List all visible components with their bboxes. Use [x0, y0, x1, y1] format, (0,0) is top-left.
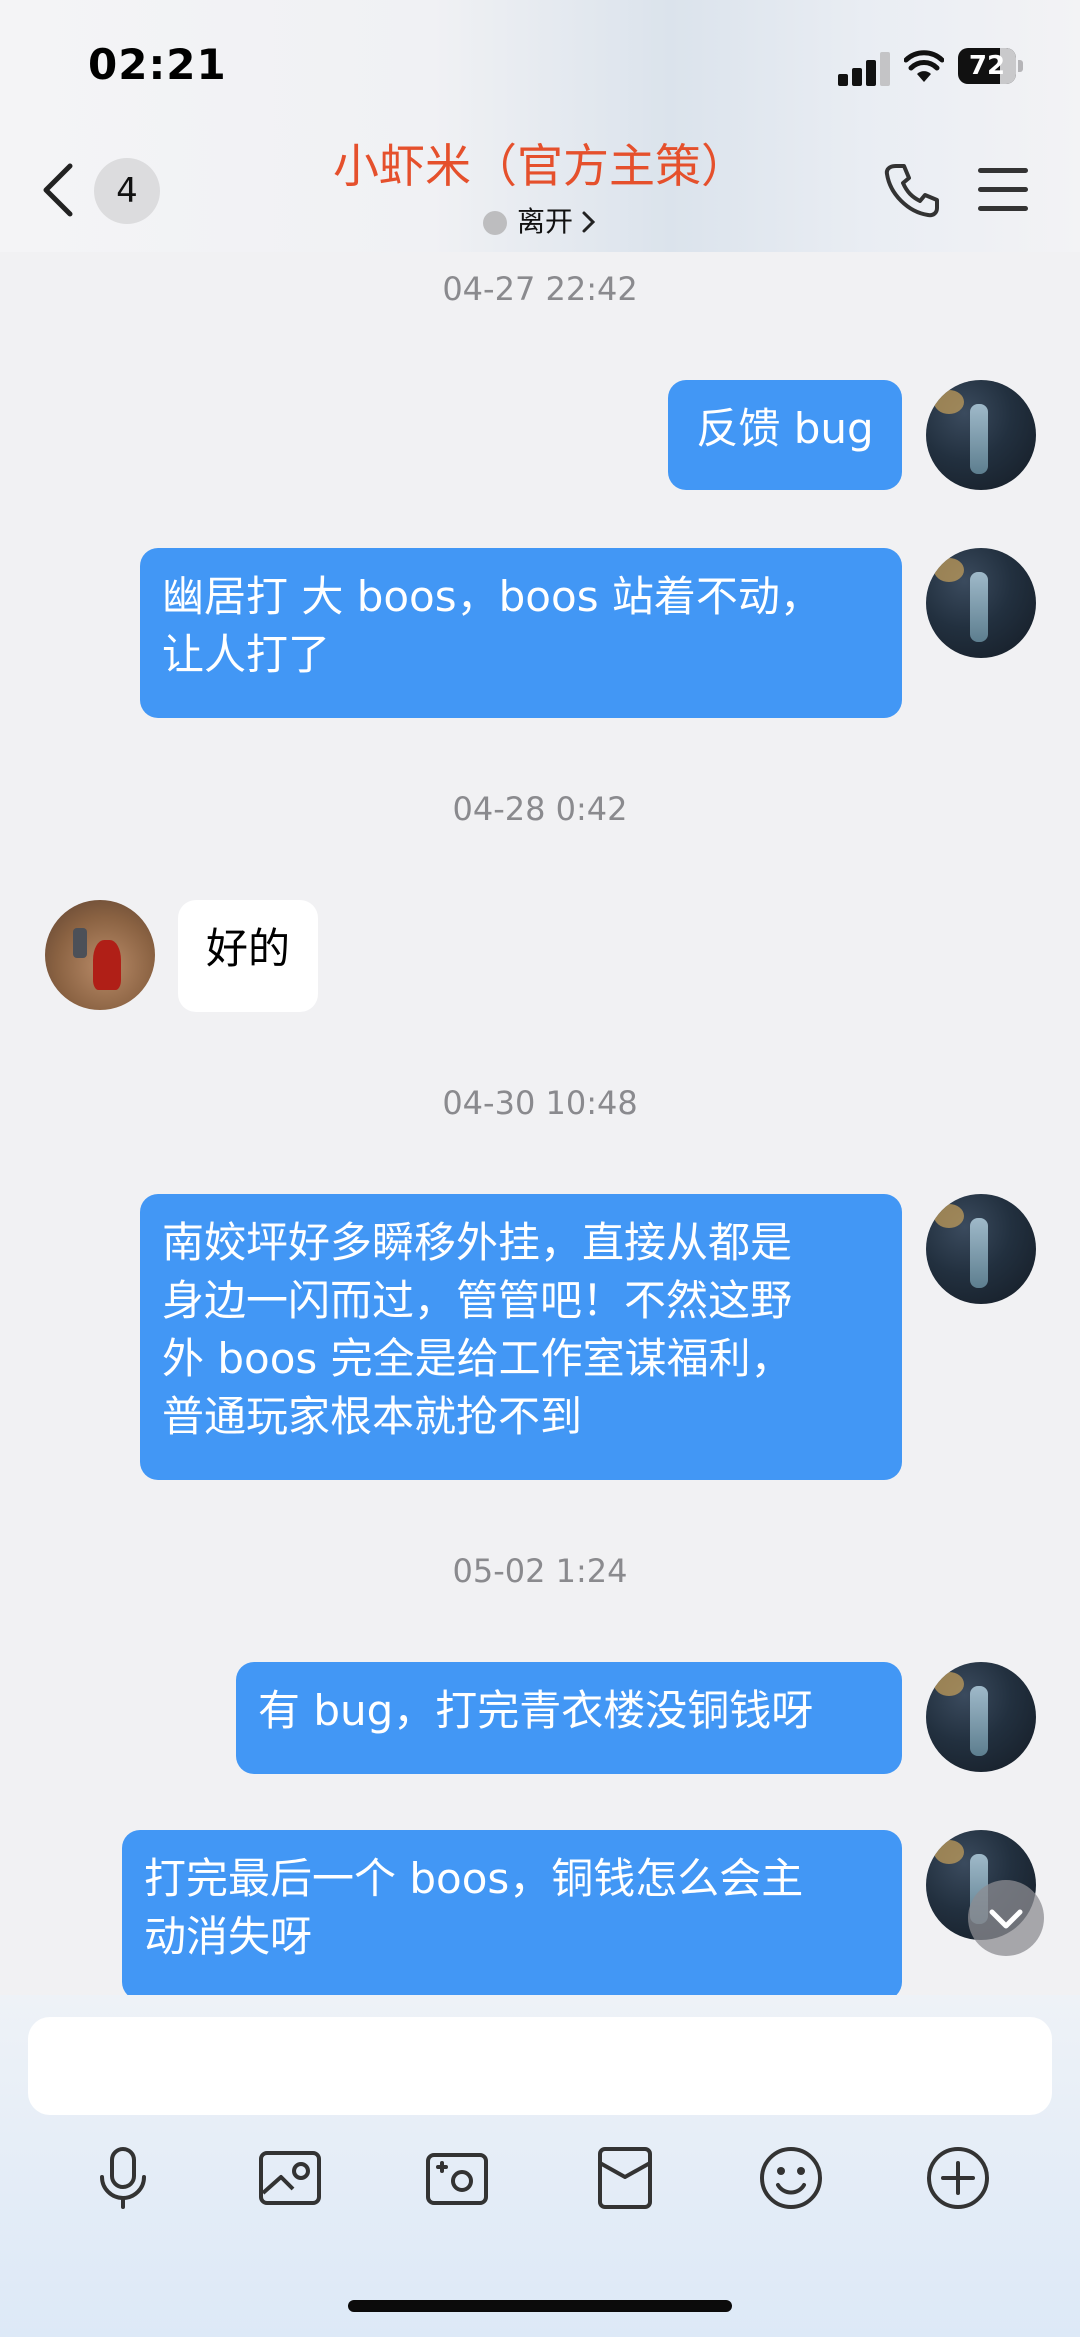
chat-header: 02:21 72 4 小虾米（官方主策） 离开	[0, 0, 1080, 252]
message-bubble-incoming[interactable]: 好的	[178, 900, 318, 1012]
scroll-to-bottom-button[interactable]	[968, 1880, 1044, 1956]
chat-title[interactable]: 小虾米（官方主策）	[200, 130, 880, 196]
message-line: 普通玩家根本就抢不到	[162, 1392, 583, 1441]
chevron-right-icon	[581, 205, 597, 238]
unread-count-badge[interactable]: 4	[94, 158, 160, 224]
input-area	[0, 1995, 1080, 2337]
battery-level: 72	[968, 51, 1006, 81]
emoji-icon[interactable]	[756, 2143, 826, 2213]
cellular-signal-icon	[838, 52, 890, 86]
camera-icon[interactable]	[422, 2143, 492, 2213]
plus-icon[interactable]	[923, 2143, 993, 2213]
my-avatar[interactable]	[926, 380, 1036, 490]
status-time: 02:21	[88, 40, 227, 89]
message-bubble-outgoing[interactable]: 有 bug，打完青衣楼没铜钱呀	[236, 1662, 902, 1774]
contact-status[interactable]: 离开	[440, 200, 640, 240]
message-line: 让人打了	[162, 630, 331, 679]
message-timestamp: 04-28 0:42	[452, 790, 628, 828]
microphone-icon[interactable]	[88, 2143, 158, 2213]
contact-avatar[interactable]	[45, 900, 155, 1010]
message-bubble-outgoing[interactable]: 幽居打 大 boos，boos 站着不动， 让人打了	[140, 548, 902, 718]
message-line: 动消失呀	[144, 1912, 313, 1961]
message-bubble-outgoing[interactable]: 南姣坪好多瞬移外挂，直接从都是 身边一闪而过，管管吧！不然这野 外 boos 完…	[140, 1194, 902, 1480]
red-packet-icon[interactable]	[590, 2143, 660, 2213]
my-avatar[interactable]	[926, 1194, 1036, 1304]
home-indicator	[348, 2300, 732, 2312]
message-line: 打完最后一个 boos，铜钱怎么会主	[144, 1854, 804, 1903]
message-line: 南姣坪好多瞬移外挂，直接从都是	[162, 1218, 793, 1267]
phone-call-icon[interactable]	[882, 160, 942, 220]
message-line: 幽居打 大 boos，boos 站着不动，	[162, 572, 822, 621]
menu-icon[interactable]	[978, 168, 1028, 212]
image-icon[interactable]	[255, 2143, 325, 2213]
back-chevron-icon[interactable]	[36, 160, 86, 220]
message-bubble-outgoing[interactable]: 反馈 bug	[668, 380, 902, 490]
my-avatar[interactable]	[926, 1662, 1036, 1772]
status-text: 离开	[516, 205, 573, 238]
wifi-icon	[904, 50, 944, 82]
message-input[interactable]	[28, 2017, 1052, 2115]
message-line: 身边一闪而过，管管吧！不然这野	[162, 1276, 793, 1325]
chevron-down-icon	[989, 1909, 1023, 1929]
battery-icon: 72	[958, 48, 1024, 84]
message-line: 外 boos 完全是给工作室谋福利，	[162, 1334, 793, 1383]
message-timestamp: 04-30 10:48	[442, 1084, 638, 1122]
message-timestamp: 04-27 22:42	[442, 270, 638, 308]
message-bubble-outgoing[interactable]: 打完最后一个 boos，铜钱怎么会主 动消失呀	[122, 1830, 902, 2000]
clock-icon	[482, 211, 507, 235]
message-timestamp: 05-02 1:24	[452, 1552, 628, 1590]
my-avatar[interactable]	[926, 548, 1036, 658]
